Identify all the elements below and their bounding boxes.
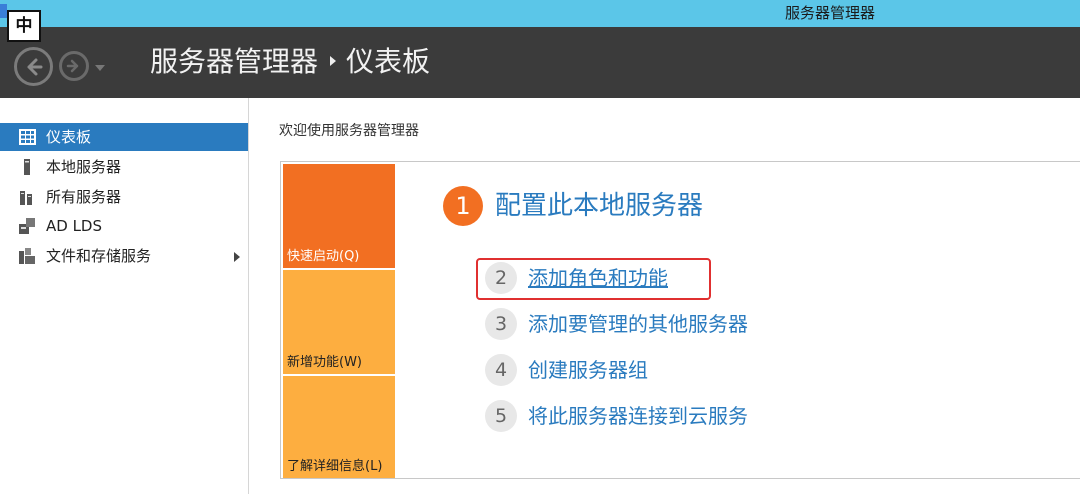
forward-button[interactable] <box>59 51 89 81</box>
sidebar: 仪表板 本地服务器 所有服务器 AD LDS 文件和存储服务 <box>0 98 249 494</box>
sidebar-item-label: 文件和存储服务 <box>46 247 152 265</box>
sidebar-item-file-storage[interactable]: 文件和存储服务 <box>0 242 248 270</box>
tile-label: 新增功能(W) <box>287 355 362 370</box>
sidebar-item-label: 所有服务器 <box>46 188 122 206</box>
window-titlebar: 服务器管理器 <box>0 0 1080 27</box>
step-3: 3 添加要管理的其他服务器 <box>485 308 885 344</box>
step-4: 4 创建服务器组 <box>485 354 885 390</box>
app-icon <box>0 4 7 18</box>
tile-quick-start[interactable]: 快速启动(Q) <box>283 164 395 268</box>
expand-arrow-icon[interactable] <box>234 252 240 262</box>
create-server-group-link[interactable]: 创建服务器组 <box>528 354 648 386</box>
step-5: 5 将此服务器连接到云服务 <box>485 400 885 436</box>
ad-lds-icon <box>19 218 35 234</box>
sidebar-item-label: 仪表板 <box>46 128 92 146</box>
arrow-left-icon <box>27 58 42 75</box>
breadcrumb-separator-icon <box>330 56 337 66</box>
sidebar-item-ad-lds[interactable]: AD LDS <box>0 212 248 240</box>
tile-label: 了解详细信息(L) <box>287 459 383 474</box>
breadcrumb-root[interactable]: 服务器管理器 <box>150 45 318 78</box>
breadcrumb-current: 仪表板 <box>346 45 431 78</box>
back-button[interactable] <box>14 47 53 86</box>
quick-start-panel: 快速启动(Q) 新增功能(W) 了解详细信息(L) 1 配置此本地服务器 2 添… <box>280 161 1080 479</box>
file-storage-icon <box>19 248 35 264</box>
ime-indicator[interactable]: 中 <box>7 10 41 42</box>
welcome-title: 欢迎使用服务器管理器 <box>279 123 419 139</box>
server-icon <box>24 159 30 175</box>
tile-learn-more[interactable]: 了解详细信息(L) <box>283 376 395 478</box>
sidebar-item-all-servers[interactable]: 所有服务器 <box>0 183 248 211</box>
history-dropdown-icon[interactable] <box>95 65 105 71</box>
highlight-box <box>476 258 711 300</box>
window-title: 服务器管理器 <box>784 4 875 22</box>
arrow-right-icon <box>66 59 79 73</box>
servers-icon <box>20 191 32 205</box>
add-other-servers-link[interactable]: 添加要管理的其他服务器 <box>528 308 748 340</box>
main-content: 欢迎使用服务器管理器 快速启动(Q) 新增功能(W) 了解详细信息(L) 1 配… <box>249 98 1080 494</box>
sidebar-item-label: AD LDS <box>46 217 103 235</box>
breadcrumb: 服务器管理器 仪表板 <box>150 40 430 84</box>
app-header: 服务器管理器 仪表板 <box>0 27 1080 98</box>
sidebar-item-dashboard[interactable]: 仪表板 <box>0 123 248 151</box>
tile-whats-new[interactable]: 新增功能(W) <box>283 270 395 374</box>
step-3-number: 3 <box>485 308 517 340</box>
tile-label: 快速启动(Q) <box>287 249 360 264</box>
dashboard-icon <box>19 129 36 145</box>
step-1-link[interactable]: 配置此本地服务器 <box>495 187 703 225</box>
step-4-number: 4 <box>485 354 517 386</box>
step-1-number: 1 <box>443 186 483 226</box>
sidebar-item-local-server[interactable]: 本地服务器 <box>0 153 248 181</box>
sidebar-item-label: 本地服务器 <box>46 158 122 176</box>
step-5-number: 5 <box>485 400 517 432</box>
connect-cloud-link[interactable]: 将此服务器连接到云服务 <box>528 400 748 432</box>
